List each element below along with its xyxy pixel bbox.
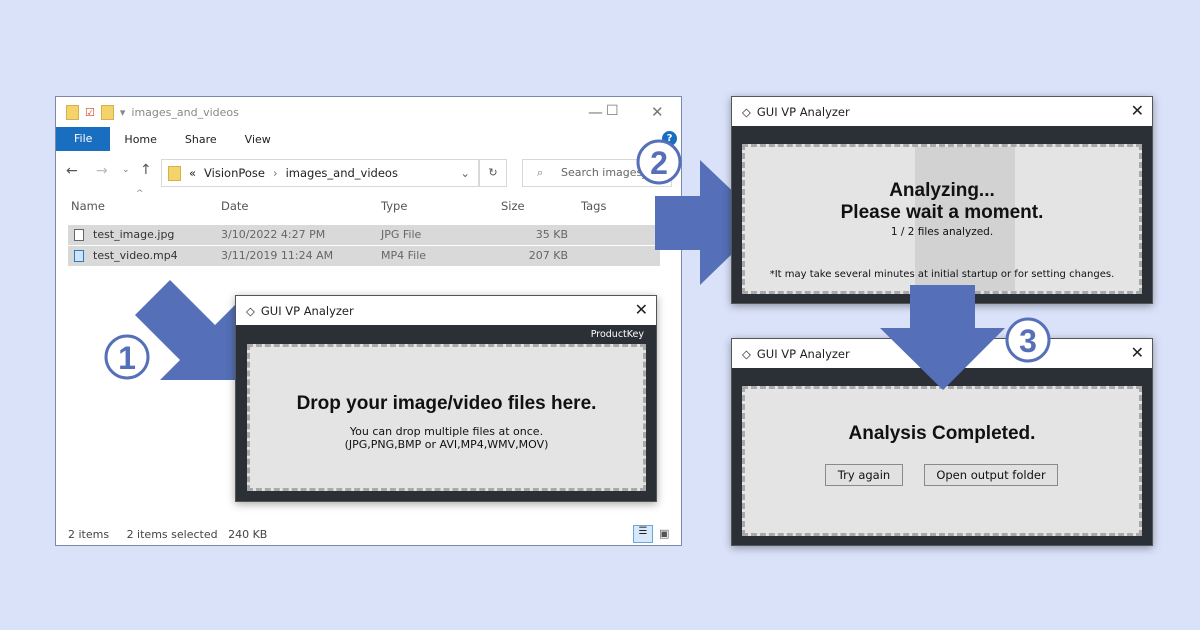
step-1-badge: 1 [104,334,150,380]
step-1-number: 1 [118,340,136,376]
step-2-number: 2 [650,145,668,181]
step-3-number: 3 [1019,323,1037,359]
step-3-badge: 3 [1005,317,1051,363]
step-overlay: 1 2 3 [104,139,1051,390]
step-2-badge: 2 [636,139,682,185]
arrow-3-icon [880,285,1005,390]
